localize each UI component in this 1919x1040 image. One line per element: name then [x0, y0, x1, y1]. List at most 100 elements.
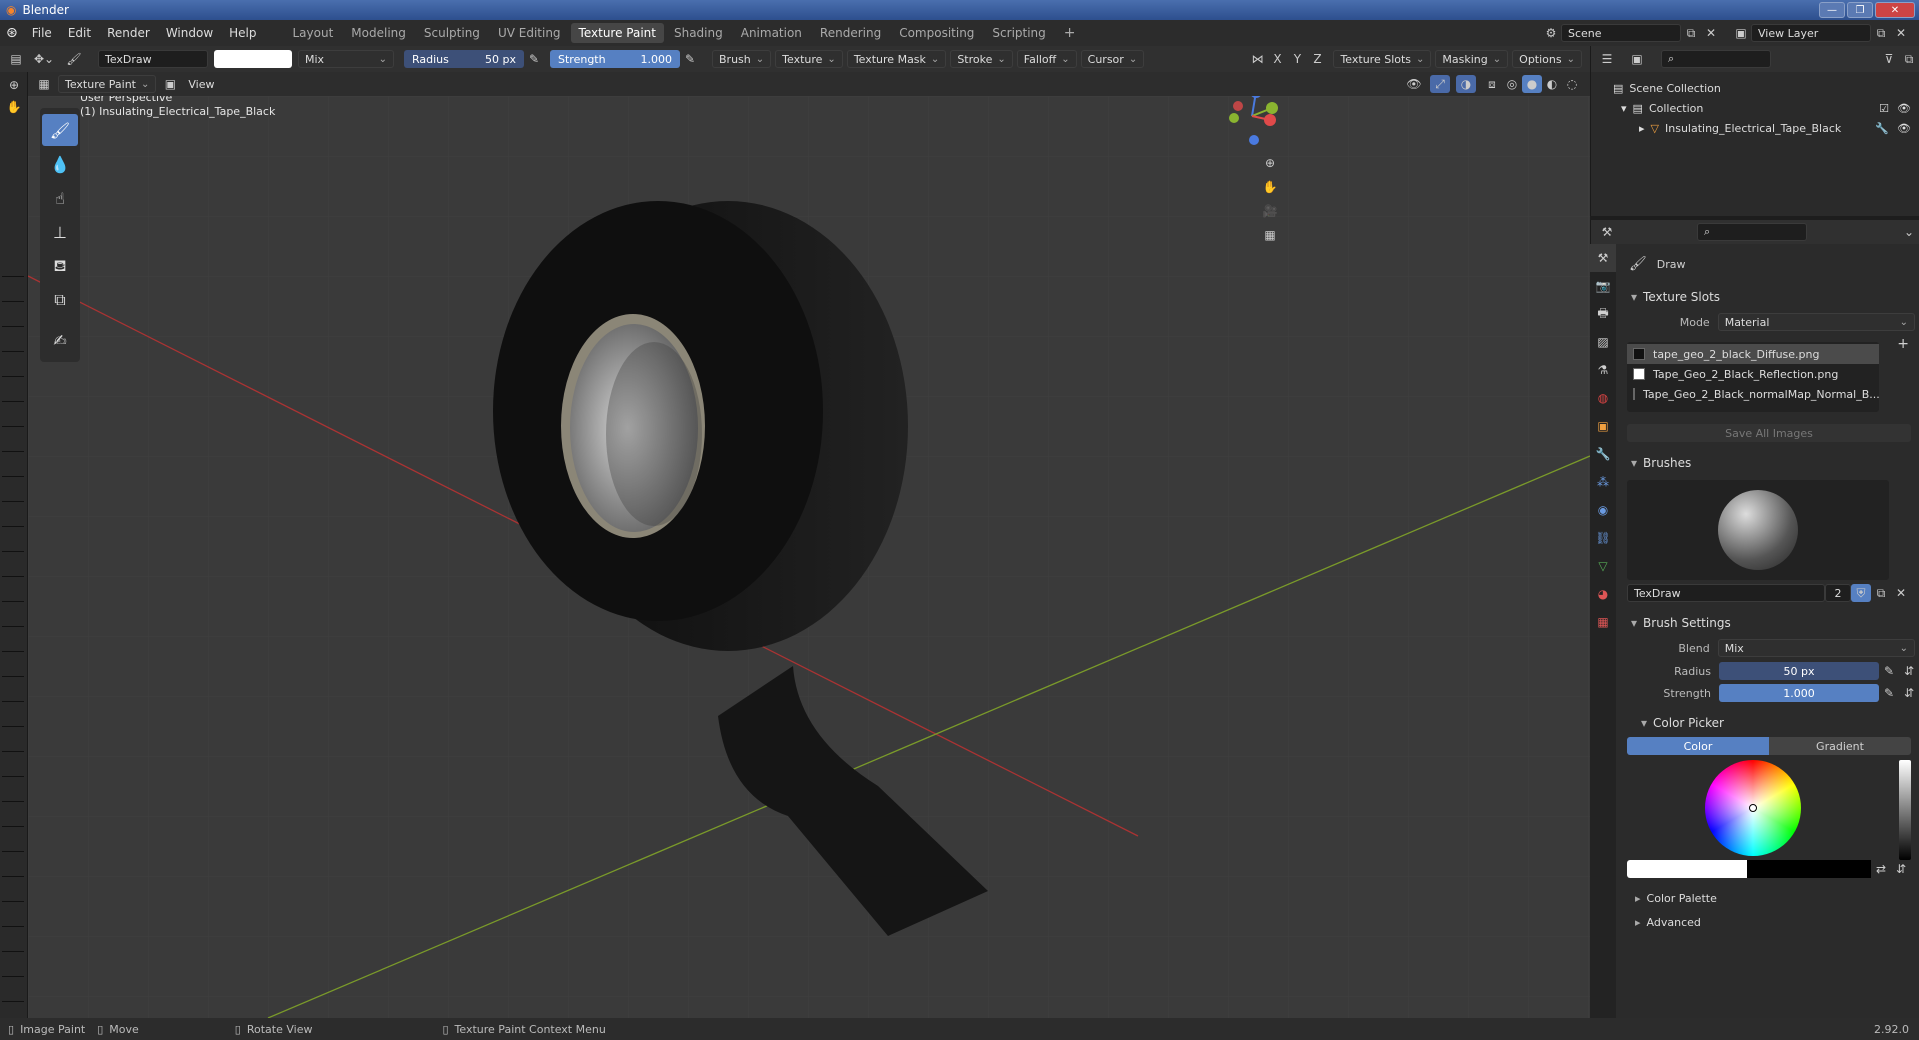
new-collection-icon[interactable]: ⧉ — [1899, 50, 1919, 68]
material-tab-icon[interactable]: ◕ — [1590, 580, 1616, 608]
solid-shading-icon[interactable]: ● — [1522, 75, 1542, 93]
collapse-arrow-icon[interactable]: ▸ — [1639, 122, 1645, 135]
properties-search-input[interactable]: ⌕ — [1697, 223, 1807, 241]
draw-tool-icon[interactable]: 🖌 — [42, 114, 78, 146]
collection-checkbox[interactable]: ☑ — [1879, 102, 1889, 115]
visibility-icon[interactable]: 👁 — [1404, 75, 1424, 93]
render-tab-icon[interactable]: 📷 — [1590, 272, 1616, 300]
radius-slider[interactable]: Radius 50 px — [404, 50, 524, 68]
data-tab-icon[interactable]: ▽ — [1590, 552, 1616, 580]
tab-uv-editing[interactable]: UV Editing — [490, 23, 569, 43]
brush-name-field[interactable]: TexDraw — [98, 50, 208, 68]
modifier-tab-icon[interactable]: 🔧 — [1590, 440, 1616, 468]
delete-view-layer-icon[interactable]: ✕ — [1891, 24, 1911, 42]
soften-tool-icon[interactable]: 💧 — [42, 148, 78, 180]
zoom-view-icon[interactable]: ⊕ — [1260, 154, 1280, 172]
interaction-mode-icon[interactable]: ✥⌄ — [34, 50, 54, 68]
view-layer-field[interactable]: View Layer — [1751, 24, 1871, 42]
tab-animation[interactable]: Animation — [733, 23, 810, 43]
primary-color-swatch[interactable] — [1627, 860, 1747, 878]
collection-visibility-icon[interactable]: 👁 — [1897, 102, 1911, 115]
advanced-panel[interactable]: ▸ Advanced — [1621, 910, 1919, 934]
properties-editor-icon[interactable]: ⚒ — [1597, 223, 1617, 241]
modifier-wrench-icon[interactable]: 🔧 — [1875, 122, 1889, 135]
save-all-images-button[interactable]: Save All Images — [1627, 424, 1911, 442]
falloff-menu[interactable]: Falloff — [1016, 50, 1077, 68]
tab-compositing[interactable]: Compositing — [891, 23, 982, 43]
scene-icon[interactable]: ⚙ — [1541, 24, 1561, 42]
radius-pen-icon[interactable]: ✎ — [1879, 662, 1899, 680]
texture-slot-item[interactable]: Tape_Geo_2_Black_normalMap_Normal_B... — [1627, 384, 1880, 404]
strength-unified-icon[interactable]: ⇵ — [1899, 684, 1919, 702]
properties-options-icon[interactable]: ⌄ — [1899, 223, 1919, 241]
display-mode-icon[interactable]: ▣ — [1627, 50, 1647, 68]
fake-user-icon[interactable]: ⛨ — [1851, 584, 1871, 602]
brushes-panel[interactable]: Brushes — [1621, 450, 1919, 476]
ortho-toggle-icon[interactable]: ▦ — [1260, 226, 1280, 244]
brush-color-swatch[interactable] — [214, 50, 292, 68]
camera-view-icon[interactable]: 🎥 — [1260, 202, 1280, 220]
outliner-object[interactable]: ▸ ▽ Insulating_Electrical_Tape_Black 🔧 👁 — [1591, 118, 1919, 138]
maximize-button[interactable]: ❐ — [1847, 2, 1873, 18]
blend-mode-dropdown[interactable]: Mix — [1717, 639, 1915, 657]
new-scene-icon[interactable]: ⧉ — [1681, 24, 1701, 42]
view-layer-tab-icon[interactable]: ▨ — [1590, 328, 1616, 356]
tab-scripting[interactable]: Scripting — [984, 23, 1053, 43]
filter-icon[interactable]: ⊽ — [1879, 50, 1899, 68]
tab-texture-paint[interactable]: Texture Paint — [570, 23, 664, 43]
strength-value-slider[interactable]: 1.000 — [1719, 684, 1879, 702]
constraints-tab-icon[interactable]: ⛓ — [1590, 524, 1616, 552]
brush-settings-panel[interactable]: Brush Settings — [1621, 610, 1919, 636]
blender-menu-icon[interactable]: ⊛ — [6, 25, 18, 41]
menu-edit[interactable]: Edit — [60, 26, 99, 40]
particles-tab-icon[interactable]: ⁂ — [1590, 468, 1616, 496]
add-slot-icon[interactable]: + — [1897, 336, 1909, 352]
3d-viewport[interactable]: User Perspective (1) Insulating_Electric… — [28, 96, 1590, 1018]
gizmo-toggle-icon[interactable]: ⤢ — [1430, 75, 1450, 93]
outliner-search-input[interactable]: ⌕ — [1661, 50, 1771, 68]
strength-slider[interactable]: Strength 1.000 — [550, 50, 680, 68]
masking-menu[interactable]: Masking — [1435, 50, 1509, 68]
strength-pressure-icon[interactable]: ✎ — [680, 50, 700, 68]
physics-tab-icon[interactable]: ◉ — [1590, 496, 1616, 524]
texture-slots-panel[interactable]: Texture Slots — [1621, 284, 1919, 310]
tab-layout[interactable]: Layout — [285, 23, 342, 43]
rendered-shading-icon[interactable]: ◌ — [1562, 75, 1582, 93]
overlay-toggle-icon[interactable]: ◑ — [1456, 75, 1476, 93]
world-tab-icon[interactable]: ◍ — [1590, 384, 1616, 412]
texture-mask-menu[interactable]: Texture Mask — [846, 50, 947, 68]
color-picker-panel[interactable]: Color Picker — [1621, 710, 1919, 736]
mirror-x-toggle[interactable]: X — [1267, 50, 1287, 68]
color-tab[interactable]: Color — [1627, 737, 1769, 755]
scene-field[interactable]: Scene — [1561, 24, 1681, 42]
unlink-brush-icon[interactable]: ✕ — [1891, 584, 1911, 602]
brush-datablock-field[interactable]: TexDraw — [1627, 584, 1825, 602]
radius-unified-icon[interactable]: ⇵ — [1899, 662, 1919, 680]
stroke-menu[interactable]: Stroke — [950, 50, 1013, 68]
expand-arrow-icon[interactable]: ▾ — [1621, 102, 1627, 115]
unified-color-icon[interactable]: ⇵ — [1891, 860, 1911, 878]
radius-value-slider[interactable]: 50 px — [1719, 662, 1879, 680]
color-palette-panel[interactable]: ▸ Color Palette — [1621, 886, 1919, 910]
outliner-collection[interactable]: ▾ ▤ Collection ☑ 👁 — [1591, 98, 1919, 118]
tab-rendering[interactable]: Rendering — [812, 23, 889, 43]
zoom-icon[interactable]: ⊕ — [4, 76, 24, 94]
outliner-scene-collection[interactable]: ▤ Scene Collection — [1591, 78, 1919, 98]
mask-tool-icon[interactable]: ⧉ — [42, 284, 78, 316]
texture-slot-item[interactable]: Tape_Geo_2_Black_Reflection.png — [1627, 364, 1879, 384]
cursor-menu[interactable]: Cursor — [1080, 50, 1145, 68]
pan-hand-icon[interactable]: ✋ — [4, 98, 24, 116]
options-menu[interactable]: Options — [1512, 50, 1582, 68]
color-wheel-cursor[interactable] — [1749, 804, 1757, 812]
clone-tool-icon[interactable]: ⊥ — [42, 216, 78, 248]
close-button[interactable]: ✕ — [1875, 2, 1915, 18]
tab-shading[interactable]: Shading — [666, 23, 731, 43]
texture-slots-menu[interactable]: Texture Slots — [1333, 50, 1432, 68]
mode-dropdown[interactable]: Texture Paint — [58, 75, 157, 93]
tab-modeling[interactable]: Modeling — [343, 23, 414, 43]
delete-scene-icon[interactable]: ✕ — [1701, 24, 1721, 42]
brush-preview[interactable] — [1627, 480, 1889, 580]
texture-slot-item[interactable]: tape_geo_2_black_Diffuse.png — [1627, 344, 1879, 364]
smear-tool-icon[interactable]: ☝ — [42, 182, 78, 214]
menu-help[interactable]: Help — [221, 26, 264, 40]
